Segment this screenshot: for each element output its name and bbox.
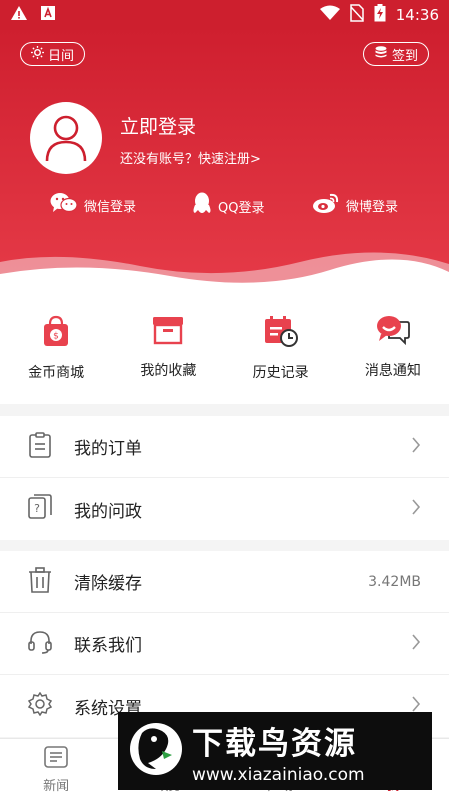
wifi-icon [319,5,340,25]
history-icon [263,314,299,352]
menu-label: 清除缓存 [74,574,142,594]
headset-icon [28,630,52,658]
login-title[interactable]: 立即登录 [120,112,196,139]
menu-item-inquiry[interactable]: ? 我的问政 [0,478,449,540]
nav-tab-news[interactable]: 新闻 [0,739,112,800]
shortcut-label: 历史记录 [252,365,309,381]
svg-text:$: $ [53,332,59,342]
menu-group-account: 我的订单 ? 我的问政 [0,416,449,540]
gold-shop-icon: $ [40,314,72,352]
nav-label: 新闻 [43,778,70,794]
battery-charging-icon [374,4,386,26]
trash-icon [28,566,52,597]
watermark-url: www.xiazainiao.com [192,764,365,785]
shortcut-label: 消息通知 [364,363,421,379]
chevron-right-icon [411,633,421,654]
sun-icon [31,45,44,63]
menu-label: 我的订单 [74,439,142,459]
wechat-login-label: 微信登录 [84,199,137,215]
no-sim-icon [350,4,364,26]
coins-icon [374,45,388,63]
watermark-banner: 下载鸟资源 www.xiazainiao.com [118,712,432,790]
status-bar: 14:36 [0,0,449,30]
gear-icon [27,691,53,720]
shortcut-favorites[interactable]: 我的收藏 [112,292,224,404]
chevron-right-icon [411,436,421,457]
wechat-icon [50,192,78,218]
favorites-icon [151,314,185,350]
user-icon [45,115,87,162]
menu-label: 联系我们 [74,636,142,656]
bird-logo-icon [128,719,184,783]
shortcut-gold-shop[interactable]: $ 金币商城 [0,292,112,404]
clock-time: 14:36 [395,6,439,24]
warning-icon [10,5,28,25]
cache-size: 3.42MB [368,573,421,590]
shortcut-history[interactable]: 历史记录 [225,292,337,404]
day-mode-label: 日间 [48,48,75,64]
shortcut-messages[interactable]: 消息通知 [337,292,449,404]
weibo-icon [312,192,340,218]
qq-icon [192,192,212,220]
menu-item-orders[interactable]: 我的订单 [0,416,449,478]
weibo-login-label: 微博登录 [346,199,399,215]
avatar[interactable] [30,102,102,174]
message-icon [375,314,411,350]
menu-item-clear-cache[interactable]: 清除缓存 3.42MB [0,551,449,613]
weibo-login-button[interactable]: 微博登录 [312,192,398,218]
svg-text:?: ? [34,502,40,515]
menu-group-system: 清除缓存 3.42MB 联系我们 系统设置 [0,551,449,737]
register-link[interactable]: 还没有账号？快速注册> [120,148,261,167]
question-document-icon: ? [28,494,52,524]
sign-in-label: 签到 [391,48,418,64]
shortcut-label: 金币商城 [28,365,85,381]
shortcut-bar: $ 金币商城 我的收藏 历史记录 消息通知 [0,292,449,404]
sign-in-button[interactable]: 签到 [362,42,429,66]
shortcut-label: 我的收藏 [140,363,197,379]
header-wave [0,252,449,292]
day-mode-toggle[interactable]: 日间 [20,42,86,66]
menu-label: 我的问政 [74,501,142,522]
watermark-title: 下载鸟资源 [192,725,357,762]
qq-login-button[interactable]: QQ登录 [192,192,264,220]
app-notification-icon [40,5,56,25]
clipboard-icon [28,431,52,462]
news-icon [44,745,68,772]
wechat-login-button[interactable]: 微信登录 [50,192,136,218]
chevron-right-icon [411,499,421,519]
qq-login-label: QQ登录 [218,200,265,216]
profile-header: 日间 签到 立即登录 还没有账号？快速注册> 微信登录 QQ登录 微博登录 [0,30,449,292]
menu-item-contact[interactable]: 联系我们 [0,613,449,675]
